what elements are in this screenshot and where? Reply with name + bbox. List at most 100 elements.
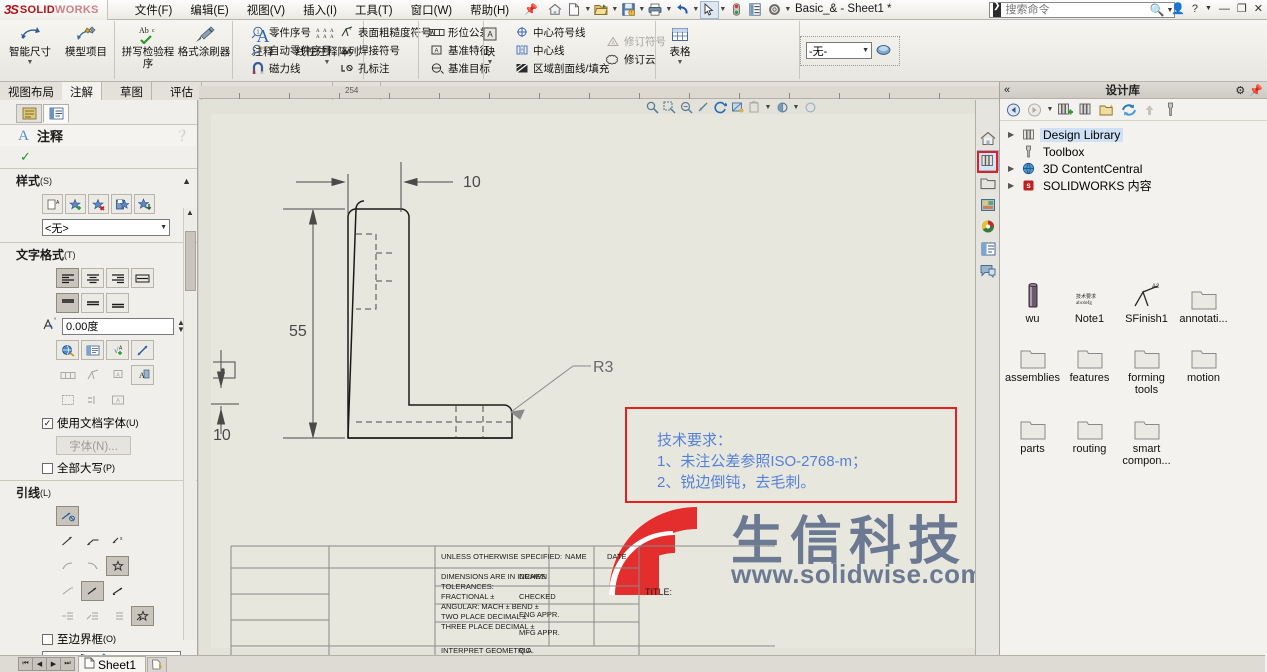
- select-dropdown[interactable]: ▼: [719, 6, 727, 13]
- sheet-tab-sheet1[interactable]: Sheet1: [78, 656, 147, 672]
- leader-align-a-button[interactable]: [56, 606, 79, 626]
- leader-bent-button[interactable]: [81, 531, 104, 551]
- custom-properties-icon[interactable]: [977, 238, 999, 259]
- undo-icon[interactable]: [673, 1, 692, 19]
- help-icon[interactable]: ❔: [175, 129, 189, 142]
- smart-dimension-button[interactable]: 智能尺寸 ▼: [2, 21, 58, 79]
- accept-check-icon[interactable]: ✓: [0, 146, 197, 168]
- use-document-font-checkbox[interactable]: ✓: [42, 417, 53, 429]
- insert-hyperlink-button[interactable]: [56, 340, 79, 360]
- insert-balloon-button[interactable]: A: [131, 365, 154, 385]
- align-justify-button[interactable]: [131, 268, 154, 288]
- apply-style-button[interactable]: A: [42, 194, 63, 214]
- table-dropdown[interactable]: ▼: [677, 59, 684, 66]
- print-icon[interactable]: [646, 1, 665, 19]
- library-item-parts[interactable]: parts: [1004, 410, 1061, 467]
- property-panel-scrollbar[interactable]: ▲: [183, 208, 196, 640]
- close-button[interactable]: ✕: [1254, 2, 1263, 15]
- chevron-up-icon[interactable]: ▲: [182, 176, 191, 186]
- save-style-button[interactable]: [111, 194, 132, 214]
- scrollbar-thumb[interactable]: [185, 231, 196, 291]
- insert-datum-feature-button[interactable]: A: [106, 365, 129, 385]
- format-painter-button[interactable]: 格式涂刷器: [176, 21, 232, 79]
- delete-style-button[interactable]: [88, 194, 109, 214]
- select-icon[interactable]: [699, 0, 719, 19]
- zoom-to-fit-icon[interactable]: [645, 100, 659, 114]
- library-item-sfinish1[interactable]: A2 SFinish1: [1118, 280, 1175, 325]
- all-uppercase-row[interactable]: 全部大写 (P): [42, 460, 191, 476]
- arrow-style-c-button[interactable]: [106, 581, 129, 601]
- library-item-annotations[interactable]: annotati...: [1175, 280, 1232, 325]
- create-folder-icon[interactable]: [1098, 100, 1117, 119]
- up-one-level-icon[interactable]: [1140, 100, 1159, 119]
- block-dropdown[interactable]: ▼: [487, 59, 494, 66]
- model-items-button[interactable]: 模型项目: [58, 21, 114, 79]
- library-item-smart-components[interactable]: smart compon...: [1118, 410, 1175, 467]
- load-style-button[interactable]: [134, 194, 155, 214]
- tree-item-toolbox[interactable]: Toolbox: [1000, 143, 1267, 160]
- title-block[interactable]: UNLESS OTHERWISE SPECIFIED: DIMENSIONS A…: [219, 542, 779, 655]
- chevron-right-icon[interactable]: ▶: [1008, 181, 1020, 190]
- toolbox-icon[interactable]: [1161, 100, 1180, 119]
- new-document-icon[interactable]: [565, 1, 584, 19]
- tree-item-design-library[interactable]: ▶ Design Library: [1000, 126, 1267, 143]
- search-input[interactable]: [1003, 3, 1150, 17]
- border-style-button[interactable]: [56, 390, 79, 410]
- print-dropdown[interactable]: ▼: [665, 6, 673, 13]
- next-sheet-button[interactable]: ▶: [46, 657, 61, 671]
- sheet-style-dropdown[interactable]: -无- ▼: [806, 42, 872, 59]
- leader-multi-jog-button[interactable]: [106, 556, 129, 576]
- file-explorer-icon[interactable]: [977, 172, 999, 193]
- tab-annotation[interactable]: 注解: [62, 82, 102, 100]
- fit-text-button[interactable]: A: [106, 390, 129, 410]
- font-button[interactable]: 字体(N)...: [56, 436, 131, 455]
- pin-icon[interactable]: 📌: [524, 3, 538, 16]
- library-item-assemblies[interactable]: assemblies: [1004, 339, 1061, 396]
- first-sheet-button[interactable]: ⏮: [18, 657, 33, 671]
- save-icon[interactable]: !: [619, 1, 638, 19]
- minimize-button[interactable]: —: [1219, 3, 1230, 15]
- leader-section-header[interactable]: 引线 (L) ▲: [16, 484, 191, 501]
- style-section-header[interactable]: 样式 (S) ▲: [16, 172, 191, 189]
- drawing-graphics-area[interactable]: 10 55 10 R3 技术要求： 1、未注公差参照ISO-2768-m； 2、…: [199, 100, 999, 655]
- display-style-dropdown[interactable]: ▼: [792, 104, 800, 111]
- spell-check-button[interactable]: Ab c 拼写检验程序: [120, 21, 176, 79]
- settings-gear-icon[interactable]: [765, 1, 784, 19]
- style-combo[interactable]: <无> ▼: [42, 219, 170, 236]
- open-document-icon[interactable]: [592, 1, 611, 19]
- zoom-to-area-icon[interactable]: [662, 100, 676, 114]
- chevron-right-icon[interactable]: ▶: [1008, 130, 1020, 139]
- smart-dimension-dropdown[interactable]: ▼: [27, 59, 34, 66]
- arrow-style-b-button[interactable]: [81, 581, 104, 601]
- sw-resources-icon[interactable]: [977, 128, 999, 149]
- lock-angle-button[interactable]: [131, 340, 154, 360]
- undo-dropdown[interactable]: ▼: [692, 6, 700, 13]
- menu-item-view[interactable]: 视图(V): [238, 0, 294, 20]
- link-to-property-button[interactable]: [81, 340, 104, 360]
- restore-button[interactable]: ❐: [1237, 2, 1247, 15]
- insert-surface-finish-button[interactable]: [81, 365, 104, 385]
- table-button[interactable]: 表格 ▼: [661, 21, 699, 79]
- magnifier-icon[interactable]: 🔍: [1150, 3, 1165, 17]
- add-style-button[interactable]: [65, 194, 86, 214]
- align-center-button[interactable]: [81, 268, 104, 288]
- hide-show-items-icon[interactable]: [747, 100, 761, 114]
- leader-arc-left-button[interactable]: [56, 556, 79, 576]
- refresh-icon[interactable]: [1119, 100, 1138, 119]
- tab-evaluate[interactable]: 评估: [162, 82, 202, 100]
- insert-geometric-tolerance-button[interactable]: [56, 365, 79, 385]
- drawing-sheet[interactable]: 10 55 10 R3 技术要求： 1、未注公差参照ISO-2768-m； 2、…: [211, 114, 997, 655]
- chevron-down-icon[interactable]: ▼: [160, 224, 167, 231]
- appearances-scenes-icon[interactable]: [977, 216, 999, 237]
- scroll-up-arrow[interactable]: ▲: [184, 208, 196, 217]
- library-item-features[interactable]: features: [1061, 339, 1118, 396]
- menu-item-tools[interactable]: 工具(T): [346, 0, 402, 20]
- rotate-view-icon[interactable]: [713, 100, 727, 114]
- menu-item-edit[interactable]: 编辑(E): [181, 0, 237, 20]
- forward-icon[interactable]: [1025, 100, 1044, 119]
- valign-middle-button[interactable]: [81, 293, 104, 313]
- leader-align-b-button[interactable]: [81, 606, 104, 626]
- add-symbol-button[interactable]: √ A: [106, 340, 129, 360]
- previous-view-icon[interactable]: [696, 100, 710, 114]
- feature-manager-tab[interactable]: [16, 104, 42, 123]
